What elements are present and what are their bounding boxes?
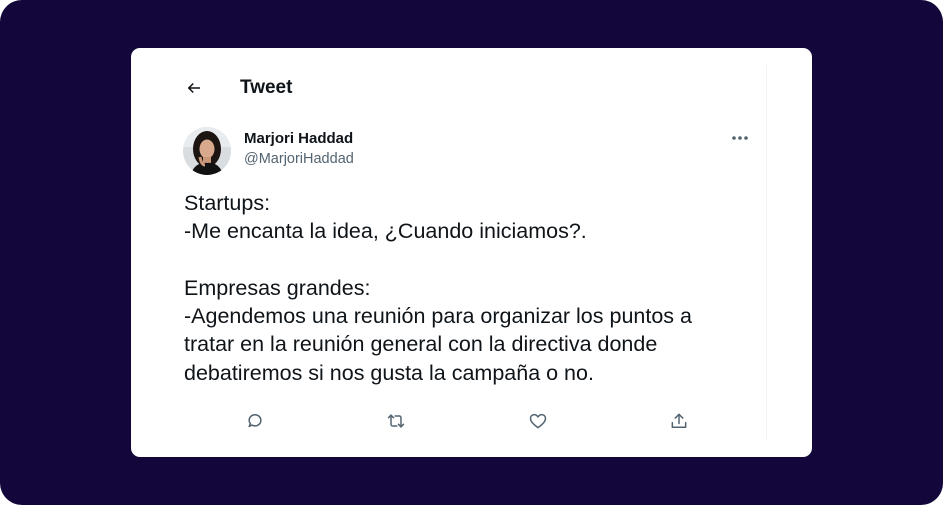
author-display-name[interactable]: Marjori Haddad	[244, 129, 353, 148]
page-title: Tweet	[240, 77, 293, 98]
retweet-icon	[387, 414, 405, 428]
more-options-button[interactable]	[729, 129, 751, 147]
share-icon	[671, 413, 687, 428]
share-button[interactable]	[667, 409, 691, 433]
retweet-button[interactable]	[384, 409, 408, 433]
author-handle[interactable]: @MarjoriHaddad	[244, 150, 354, 168]
tweet-card: Tweet Marjori Haddad @MarjoriHaddad Star…	[131, 48, 812, 457]
reply-icon	[248, 414, 262, 428]
arrow-left-icon	[187, 82, 200, 94]
avatar[interactable]	[183, 127, 231, 175]
heart-icon	[529, 413, 547, 429]
reply-button[interactable]	[243, 409, 267, 433]
like-button[interactable]	[526, 409, 550, 433]
back-button[interactable]	[181, 75, 207, 101]
avatar-photo	[183, 127, 231, 175]
more-horizontal-icon	[732, 136, 748, 140]
column-divider	[766, 65, 767, 440]
tweet-text: Startups: -Me encanta la idea, ¿Cuando i…	[184, 191, 692, 385]
